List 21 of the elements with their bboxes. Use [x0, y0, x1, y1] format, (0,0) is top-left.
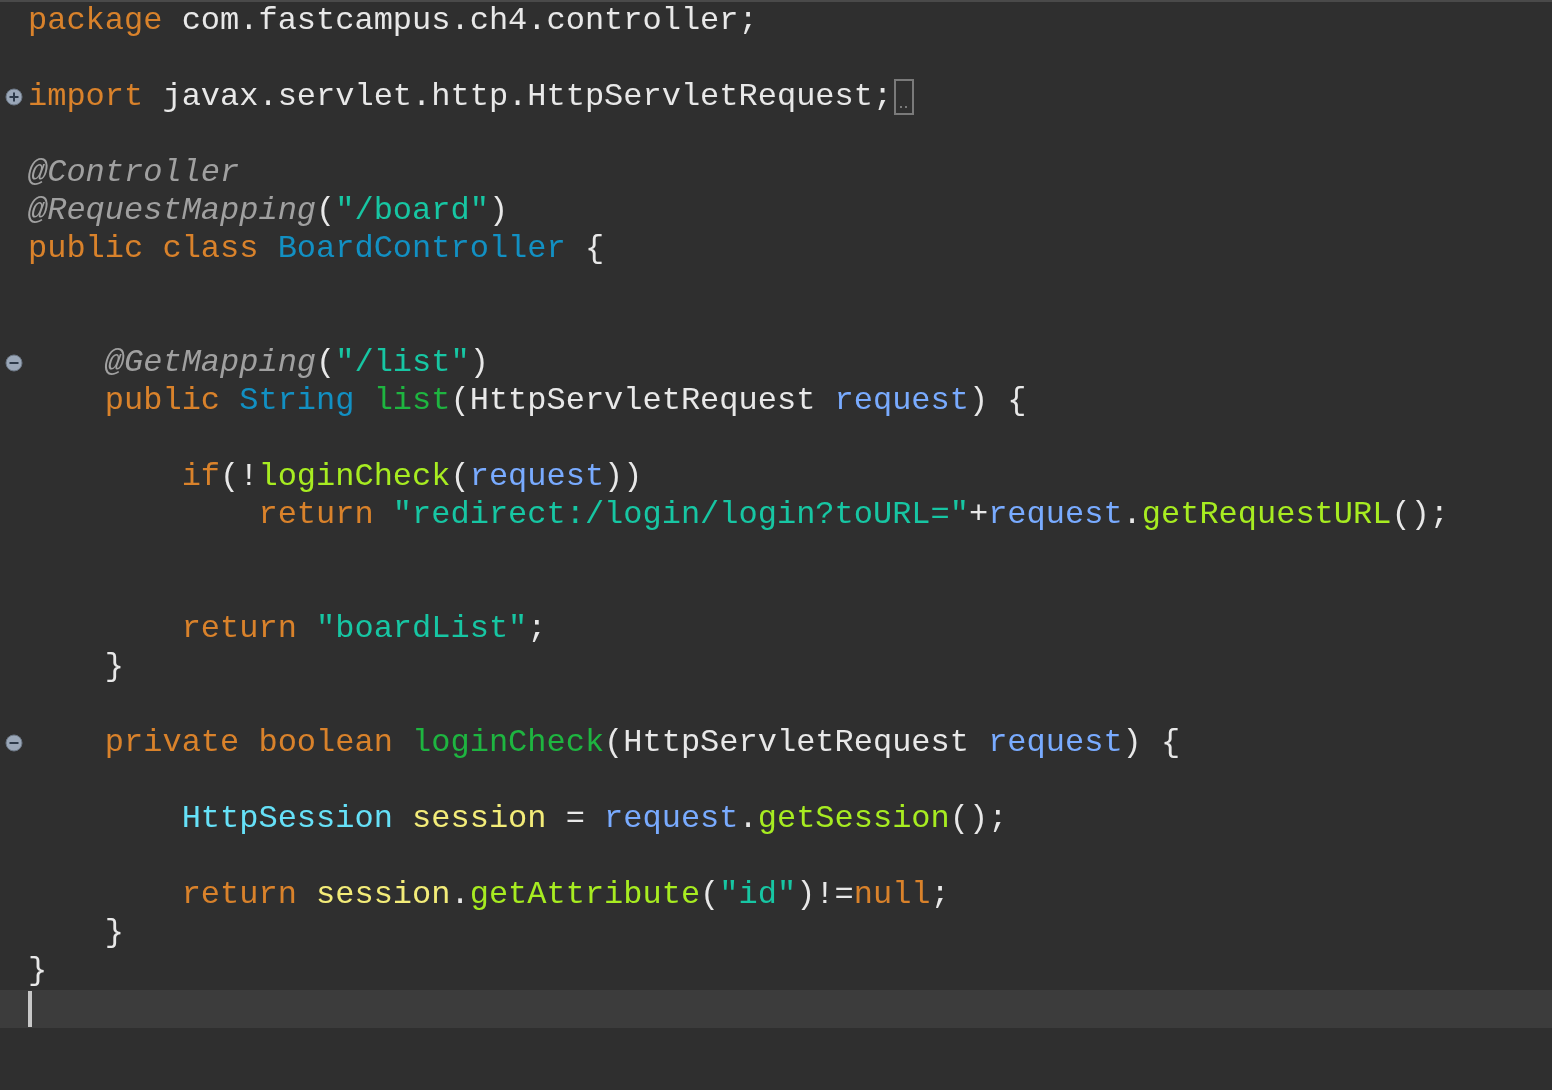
code-line: import javax.servlet.http.HttpServletRequest;: [28, 78, 893, 116]
expand-icon[interactable]: [5, 88, 23, 106]
code-line: private boolean loginCheck(HttpServletRequest request) {: [103, 724, 1181, 762]
text-cursor: [28, 991, 32, 1027]
code-line: @GetMapping("/list"): [103, 344, 489, 382]
code-line: @RequestMapping("/board"): [28, 192, 509, 230]
collapse-icon[interactable]: [5, 734, 23, 752]
code-line: @Controller: [28, 154, 240, 192]
code-line: return "redirect:/login/login?toURL="+request.getRequestURL();: [257, 496, 1450, 534]
code-line: package com.fastcampus.ch4.controller;: [28, 2, 758, 40]
code-line: }: [103, 914, 124, 952]
code-line: }: [103, 648, 124, 686]
code-line: public String list(HttpServletRequest request) {: [103, 382, 1027, 420]
code-line: return session.getAttribute("id")!=null;: [180, 876, 950, 914]
code-line: public class BoardController {: [28, 230, 605, 268]
code-line: return "boardList";: [180, 610, 547, 648]
code-line: HttpSession session = request.getSession();: [180, 800, 1008, 838]
folded-code-icon[interactable]: [894, 79, 915, 115]
collapse-icon[interactable]: [5, 354, 23, 372]
code-line: }: [28, 952, 48, 990]
code-line: if(!loginCheck(request)): [180, 458, 643, 496]
